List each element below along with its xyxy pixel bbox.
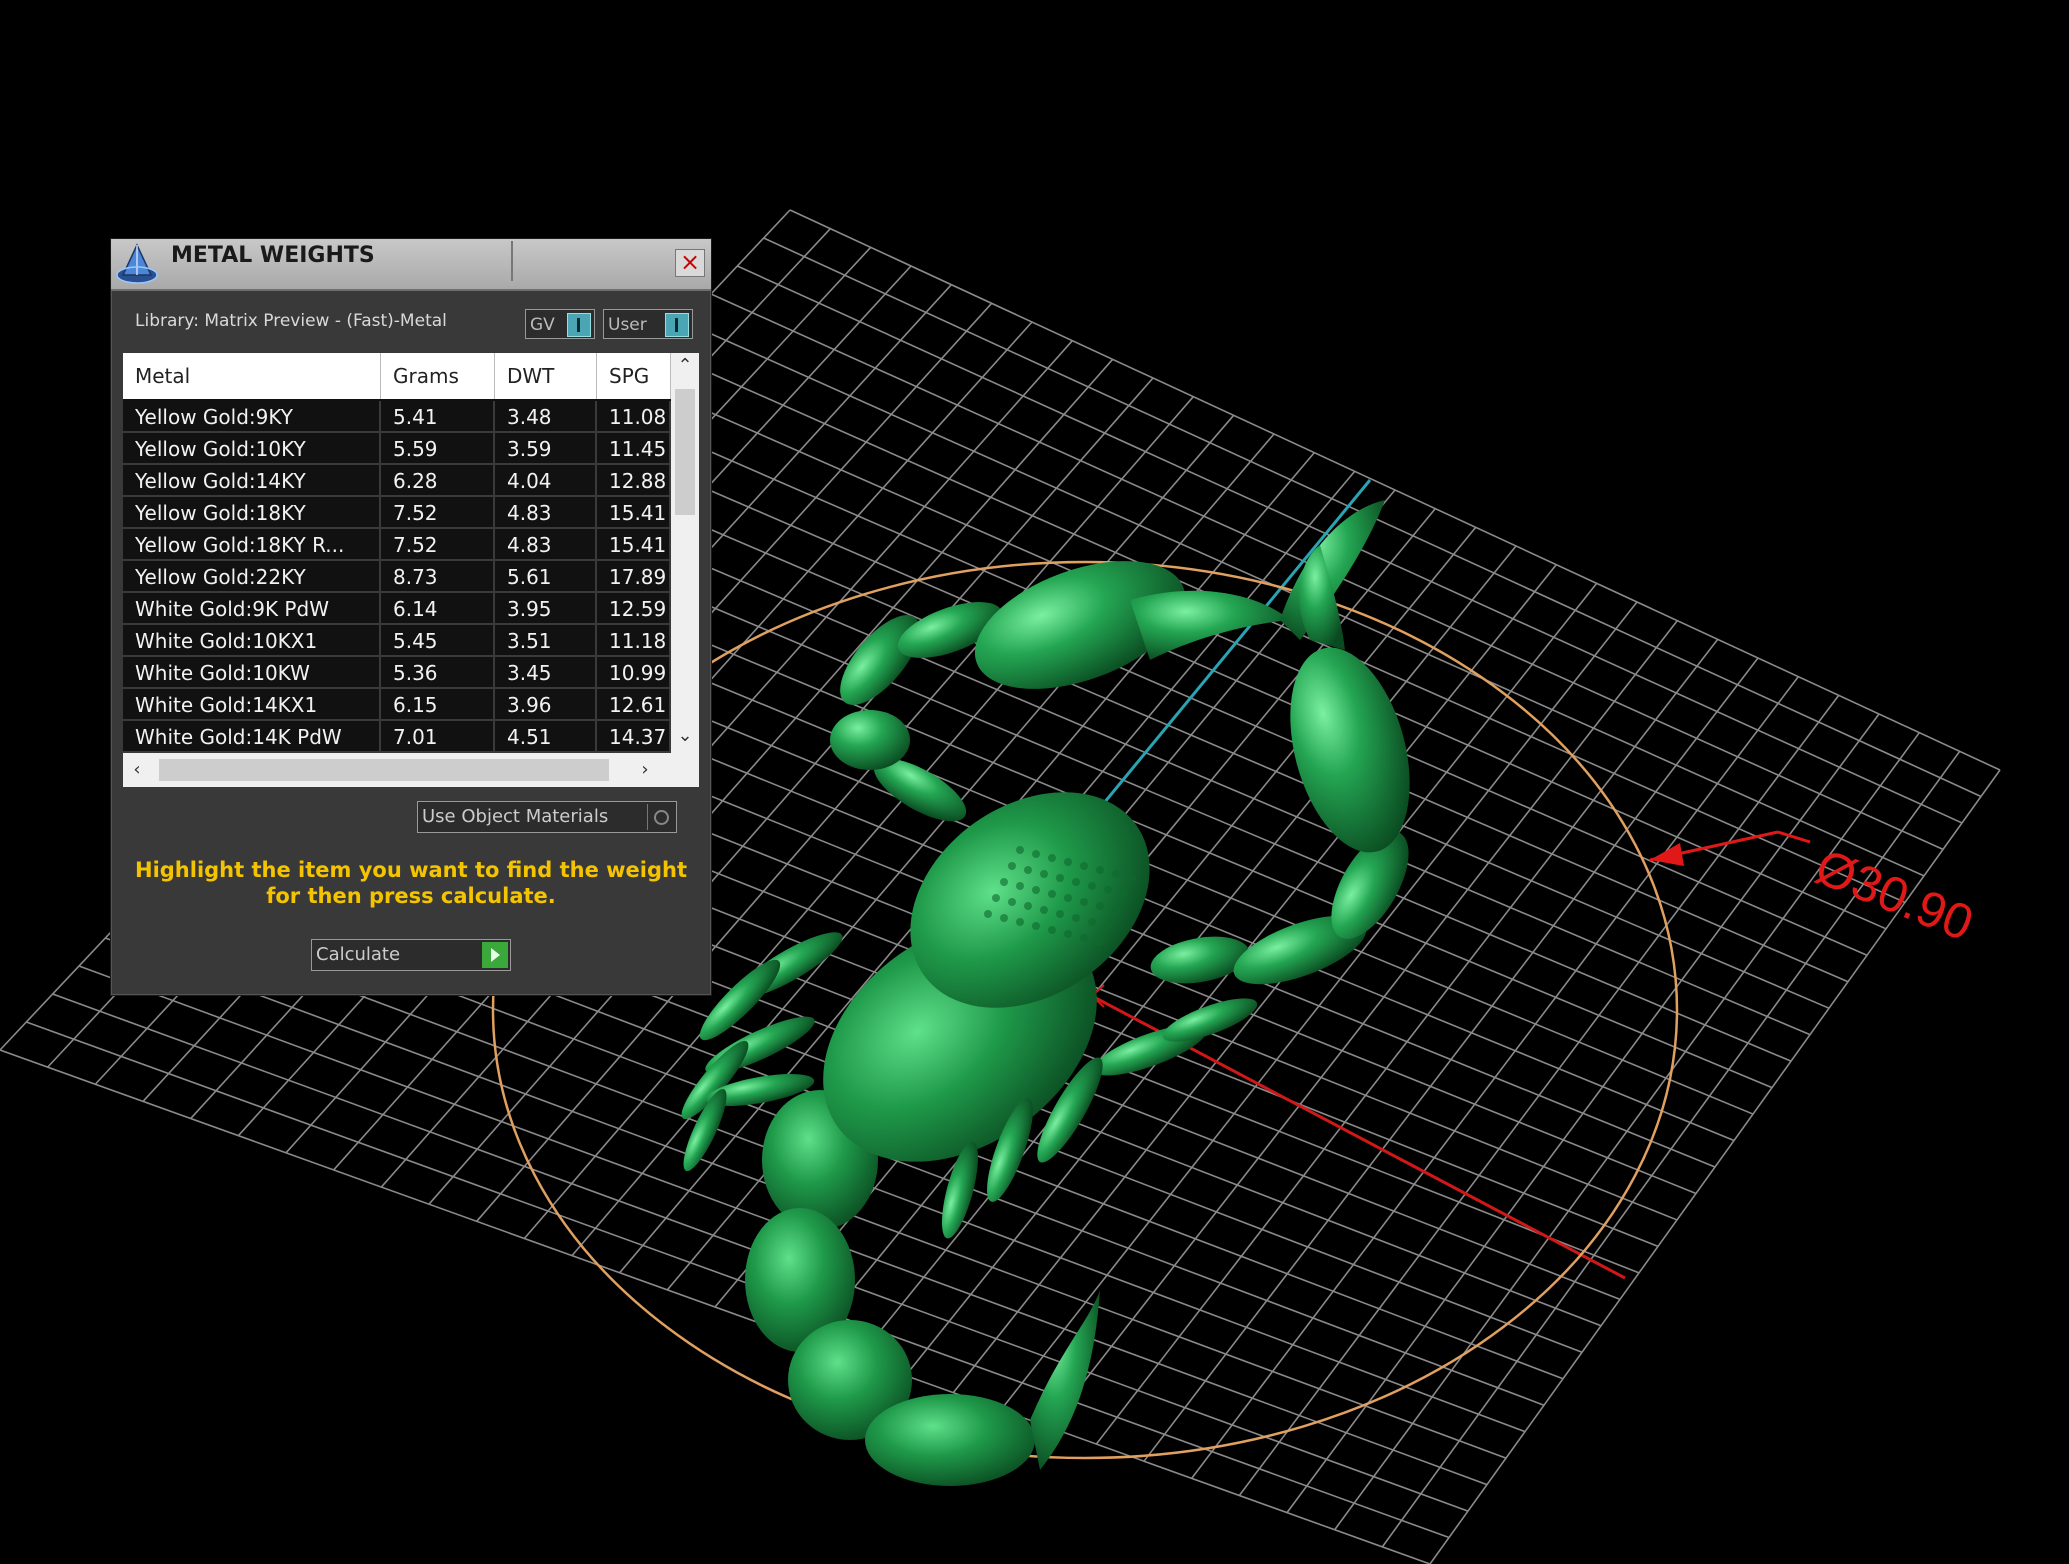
- cell-dwt: 4.83: [495, 497, 597, 529]
- cell-spg: 10.99: [597, 657, 671, 689]
- cell-dwt: 3.96: [495, 689, 597, 721]
- column-header-spg[interactable]: SPG: [597, 353, 671, 399]
- cell-spg: 11.18: [597, 625, 671, 657]
- horizontal-scroll-thumb[interactable]: [159, 759, 609, 781]
- instruction-line-1: Highlight the item you want to find the …: [135, 858, 687, 882]
- cell-spg: 15.41: [597, 497, 671, 529]
- cell-metal: White Gold:14K PdW: [123, 721, 381, 753]
- scroll-right-icon[interactable]: ›: [631, 759, 659, 780]
- cell-grams: 5.41: [381, 401, 495, 433]
- column-header-dwt[interactable]: DWT: [495, 353, 597, 399]
- cell-dwt: 4.51: [495, 721, 597, 753]
- table-row[interactable]: White Gold:10KW 5.36 3.45 10.99: [123, 657, 671, 689]
- user-toggle-label: User: [608, 315, 647, 335]
- table-row[interactable]: White Gold:10KX1 5.45 3.51 11.18: [123, 625, 671, 657]
- radio-icon[interactable]: [647, 804, 674, 830]
- calculate-button[interactable]: Calculate: [311, 939, 511, 971]
- cell-dwt: 3.59: [495, 433, 597, 465]
- table-row[interactable]: Yellow Gold:9KY 5.41 3.48 11.08: [123, 401, 671, 433]
- cell-grams: 6.15: [381, 689, 495, 721]
- table-row[interactable]: White Gold:14K PdW 7.01 4.51 14.37: [123, 721, 671, 753]
- metal-table: Metal Grams DWT SPG Yellow Gold:9KY 5.41 3…: [123, 353, 699, 787]
- table-row[interactable]: Yellow Gold:18KY R... 7.52 4.83 15.41: [123, 529, 671, 561]
- use-object-materials-option[interactable]: Use Object Materials: [417, 801, 677, 833]
- scroll-up-icon[interactable]: ⌃: [671, 355, 699, 376]
- cell-spg: 11.45: [597, 433, 671, 465]
- user-toggle[interactable]: User: [603, 309, 693, 339]
- metal-weights-panel: METAL WEIGHTS × Library: Matrix Preview …: [110, 238, 712, 996]
- cell-grams: 8.73: [381, 561, 495, 593]
- cell-grams: 7.52: [381, 529, 495, 561]
- cell-metal: Yellow Gold:10KY: [123, 433, 381, 465]
- vertical-scrollbar[interactable]: ⌃ ⌄: [671, 353, 699, 753]
- dimension-leader-tail: [1777, 830, 1811, 844]
- cell-spg: 11.08: [597, 401, 671, 433]
- table-row[interactable]: Yellow Gold:18KY 7.52 4.83 15.41: [123, 497, 671, 529]
- cell-dwt: 4.04: [495, 465, 597, 497]
- cell-dwt: 3.45: [495, 657, 597, 689]
- table-body: Yellow Gold:9KY 5.41 3.48 11.08 Yellow Gold:…: [123, 401, 671, 753]
- cell-metal: Yellow Gold:18KY R...: [123, 529, 381, 561]
- cell-grams: 5.59: [381, 433, 495, 465]
- cell-spg: 14.37: [597, 721, 671, 753]
- cell-dwt: 3.51: [495, 625, 597, 657]
- calculate-label: Calculate: [316, 944, 401, 965]
- instruction-line-2: for then press calculate.: [266, 884, 556, 908]
- cell-dwt: 3.95: [495, 593, 597, 625]
- matrix-logo-icon: [116, 243, 158, 284]
- dimension-label: Ø30.90: [1808, 838, 1981, 951]
- table-row[interactable]: Yellow Gold:14KY 6.28 4.04 12.88: [123, 465, 671, 497]
- use-object-materials-label: Use Object Materials: [422, 806, 609, 827]
- cell-metal: Yellow Gold:14KY: [123, 465, 381, 497]
- table-row[interactable]: White Gold:9K PdW 6.14 3.95 12.59: [123, 593, 671, 625]
- panel-title: METAL WEIGHTS: [171, 241, 513, 281]
- gv-toggle-label: GV: [530, 315, 555, 335]
- cell-metal: White Gold:10KX1: [123, 625, 381, 657]
- cell-spg: 12.61: [597, 689, 671, 721]
- cell-metal: White Gold:9K PdW: [123, 593, 381, 625]
- scorpion-model[interactable]: [674, 500, 1431, 1486]
- cell-metal: Yellow Gold:18KY: [123, 497, 381, 529]
- table-header: Metal Grams DWT SPG: [123, 353, 671, 399]
- cell-spg: 17.89: [597, 561, 671, 593]
- cell-grams: 5.45: [381, 625, 495, 657]
- cell-grams: 6.14: [381, 593, 495, 625]
- column-header-grams[interactable]: Grams: [381, 353, 495, 399]
- horizontal-scrollbar[interactable]: ‹ ›: [123, 753, 699, 787]
- cell-metal: Yellow Gold:9KY: [123, 401, 381, 433]
- cell-grams: 7.01: [381, 721, 495, 753]
- library-label: Library: Matrix Preview - (Fast)-Metal: [135, 311, 447, 331]
- cell-metal: White Gold:10KW: [123, 657, 381, 689]
- cell-dwt: 5.61: [495, 561, 597, 593]
- table-row[interactable]: Yellow Gold:22KY 8.73 5.61 17.89: [123, 561, 671, 593]
- panel-titlebar[interactable]: METAL WEIGHTS ×: [111, 239, 711, 291]
- cell-metal: White Gold:14KX1: [123, 689, 381, 721]
- cell-grams: 6.28: [381, 465, 495, 497]
- close-icon: ×: [679, 248, 701, 276]
- close-button[interactable]: ×: [675, 249, 705, 277]
- table-row[interactable]: White Gold:14KX1 6.15 3.96 12.61: [123, 689, 671, 721]
- toggle-switch-icon: [665, 313, 689, 337]
- gv-toggle[interactable]: GV: [525, 309, 595, 339]
- toggle-switch-icon: [567, 313, 591, 337]
- cell-spg: 12.59: [597, 593, 671, 625]
- cell-grams: 7.52: [381, 497, 495, 529]
- scroll-down-icon[interactable]: ⌄: [671, 725, 699, 746]
- cell-dwt: 3.48: [495, 401, 597, 433]
- play-arrow-icon: [482, 942, 508, 968]
- instruction-text: Highlight the item you want to find the …: [131, 857, 691, 909]
- cell-spg: 12.88: [597, 465, 671, 497]
- cell-metal: Yellow Gold:22KY: [123, 561, 381, 593]
- cell-spg: 15.41: [597, 529, 671, 561]
- scroll-left-icon[interactable]: ‹: [123, 759, 151, 780]
- cell-dwt: 4.83: [495, 529, 597, 561]
- column-header-metal[interactable]: Metal: [123, 353, 381, 399]
- table-row[interactable]: Yellow Gold:10KY 5.59 3.59 11.45: [123, 433, 671, 465]
- cell-grams: 5.36: [381, 657, 495, 689]
- vertical-scroll-thumb[interactable]: [675, 389, 695, 515]
